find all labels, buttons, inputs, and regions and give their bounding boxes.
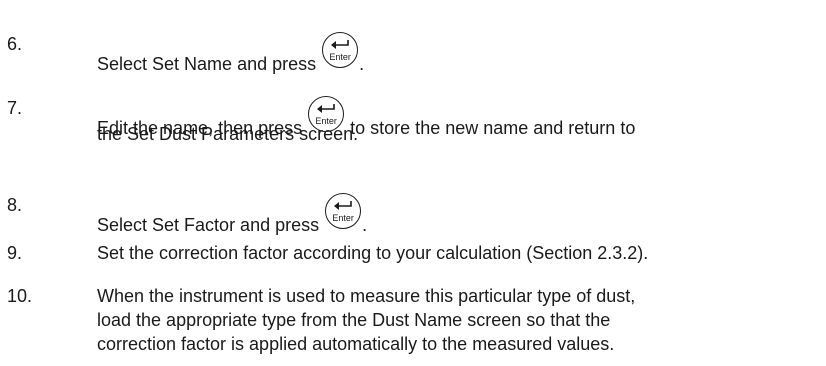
step-text-line: correction factor is applied automatical… (97, 334, 615, 354)
step-text: Set the correction factor according to y… (97, 243, 649, 263)
step-number: 7. (7, 98, 23, 118)
step-number: 8. (7, 195, 23, 215)
enter-key-icon: Enter (322, 32, 359, 68)
step-text-line: When the instrument is used to measure t… (97, 286, 636, 306)
step-number: 10. (7, 286, 33, 306)
step-number: 6. (7, 34, 23, 54)
step-text: Select Set Factor and press Enter . (97, 193, 826, 237)
step-text-line: load the appropriate type from the Dust … (97, 310, 611, 330)
step-number: 9. (7, 243, 23, 263)
enter-key-icon: Enter (325, 193, 362, 229)
step-text: Select Set Name and press Enter . (97, 32, 826, 76)
